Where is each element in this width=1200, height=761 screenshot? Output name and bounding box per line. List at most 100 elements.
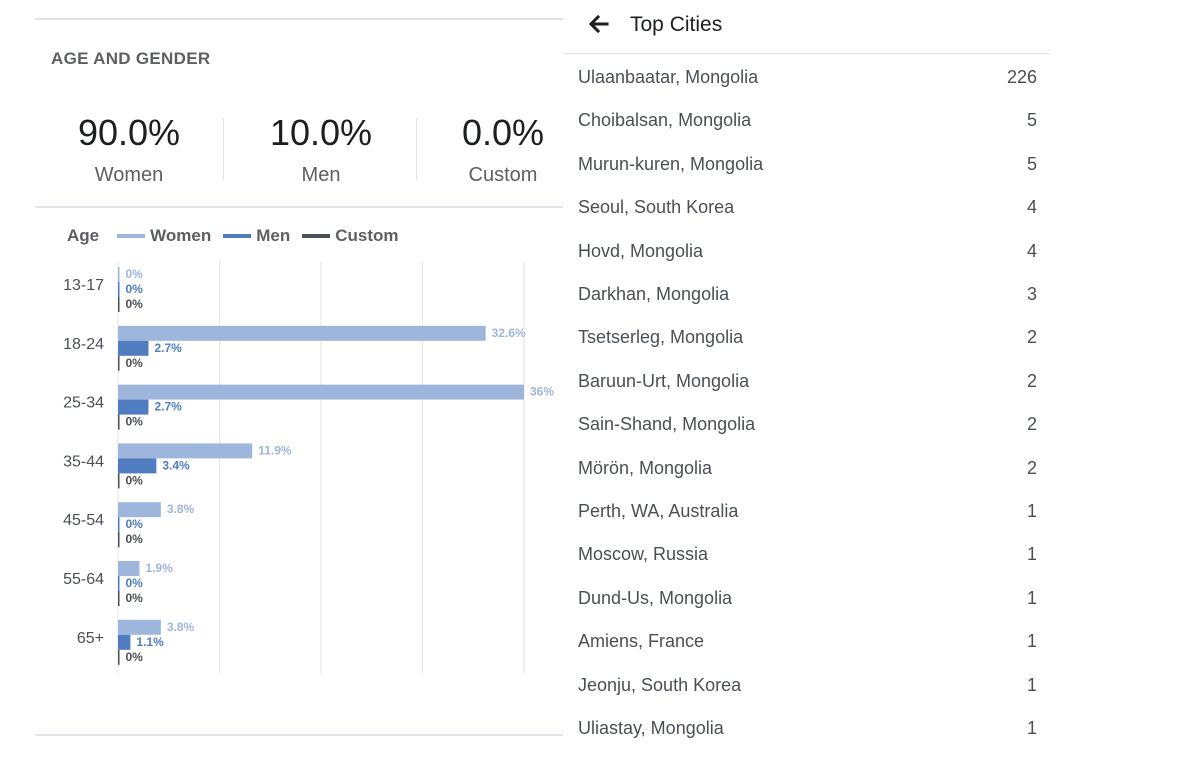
- header-divider: [563, 53, 1051, 54]
- top-divider: [35, 18, 563, 20]
- city-count: 1: [1026, 674, 1037, 695]
- men-summary: 10.0% Men: [226, 110, 416, 187]
- top-cities-title: Top Cities: [630, 13, 723, 36]
- bar-women: [118, 443, 253, 459]
- legend-swatch-men: [223, 234, 252, 238]
- city-row: Jeonju, South Korea 1: [563, 675, 1053, 718]
- city-count: 2: [1026, 414, 1037, 435]
- bar-custom: [118, 649, 120, 665]
- city-count: 226: [1006, 67, 1037, 87]
- data-label-custom: 0%: [126, 532, 144, 546]
- women-percentage: 90.0%: [77, 112, 181, 153]
- city-row: Hovd, Mongolia 4: [563, 241, 1053, 284]
- data-label-custom: 0%: [126, 356, 144, 370]
- chart-legend: Age Women Men Custom: [67, 226, 410, 246]
- data-label-custom: 0%: [126, 297, 144, 311]
- city-name: Tsetserleg, Mongolia: [578, 327, 744, 348]
- arrow-left-icon[interactable]: [585, 10, 613, 38]
- age-category-label: 45-54: [63, 512, 104, 529]
- city-row: Moscow, Russia 1: [563, 544, 1053, 587]
- city-row: Sain-Shand, Mongolia 2: [563, 414, 1053, 457]
- bar-men: [118, 399, 149, 415]
- age-gender-panel: AGE AND GENDER 90.0% Women 10.0% Men 0.0…: [0, 0, 570, 750]
- age-bar-chart: 13-170%0%0%18-2432.6%2.7%0%25-3436%2.7%0…: [63, 261, 554, 673]
- legend-item-custom: Custom: [302, 226, 398, 246]
- city-count: 1: [1026, 587, 1037, 608]
- bar-men: [118, 576, 120, 591]
- age-category-label: 13-17: [63, 277, 104, 294]
- bar-custom: [118, 591, 120, 606]
- city-row: Dund-Us, Mongolia 1: [563, 588, 1053, 631]
- city-row: Baruun-Urt, Mongolia 2: [563, 371, 1053, 414]
- data-label-men: 2.7%: [154, 341, 182, 355]
- city-row: Amiens, France 1: [563, 631, 1053, 674]
- age-category-label: 65+: [77, 630, 104, 647]
- city-count: 1: [1026, 631, 1037, 652]
- men-percentage: 10.0%: [269, 112, 373, 153]
- legend-swatch-women: [117, 234, 146, 238]
- data-label-custom: 0%: [126, 473, 144, 487]
- bar-women: [118, 502, 161, 518]
- age-category-label: 35-44: [63, 453, 104, 470]
- city-row: Murun-kuren, Mongolia 5: [563, 154, 1053, 197]
- bar-men: [118, 458, 157, 474]
- city-name: Darkhan, Mongolia: [578, 284, 730, 304]
- data-label-women: 32.6%: [492, 326, 526, 340]
- women-summary: 90.0% Women: [34, 110, 224, 187]
- bar-men: [118, 340, 149, 356]
- bar-custom: [118, 532, 120, 548]
- bar-women: [118, 619, 161, 635]
- bar-men: [118, 517, 120, 533]
- bar-women: [118, 561, 140, 576]
- data-label-men: 0%: [126, 282, 144, 296]
- data-label-women: 3.8%: [167, 502, 195, 516]
- women-label: Women: [94, 164, 164, 186]
- legend-item-men: Men: [223, 226, 290, 246]
- data-label-men: 3.4%: [162, 458, 190, 472]
- data-label-women: 1.9%: [145, 561, 173, 575]
- top-cities-panel: Top Cities Ulaanbaatar, Mongolia 226 Choib…: [563, 0, 1053, 750]
- legend-men-label: Men: [256, 226, 291, 245]
- data-label-women: 36%: [530, 385, 554, 399]
- data-label-custom: 0%: [126, 591, 144, 605]
- data-label-women: 11.9%: [258, 443, 292, 457]
- city-count: 3: [1026, 284, 1037, 304]
- data-label-men: 2.7%: [154, 400, 182, 414]
- city-name: Uliastay, Mongolia: [578, 718, 724, 738]
- city-name: Dund-Us, Mongolia: [578, 587, 733, 608]
- age-category-label: 55-64: [63, 571, 104, 588]
- city-row: Darkhan, Mongolia 3: [563, 284, 1053, 327]
- bar-custom: [118, 297, 120, 312]
- city-count: 2: [1026, 327, 1037, 348]
- city-name: Amiens, France: [578, 631, 705, 652]
- city-count: 1: [1026, 718, 1037, 738]
- city-row: Tsetserleg, Mongolia 2: [563, 327, 1053, 370]
- city-name: Hovd, Mongolia: [578, 240, 704, 261]
- summary-divider: [223, 118, 224, 180]
- legend-women-label: Women: [150, 226, 212, 245]
- city-name: Ulaanbaatar, Mongolia: [578, 67, 759, 87]
- legend-custom-label: Custom: [335, 226, 399, 245]
- city-name: Baruun-Urt, Mongolia: [578, 370, 750, 391]
- bar-women: [118, 267, 120, 282]
- city-name: Murun-kuren, Mongolia: [578, 153, 764, 174]
- data-label-custom: 0%: [126, 415, 144, 429]
- city-count: 1: [1026, 544, 1037, 565]
- city-row: Mörön, Mongolia 2: [563, 458, 1053, 501]
- legend-item-women: Women: [117, 226, 211, 246]
- legend-age-label: Age: [67, 226, 100, 245]
- city-row: Choibalsan, Mongolia 5: [563, 110, 1053, 153]
- summary-bottom-divider: [35, 206, 563, 208]
- city-name: Perth, WA, Australia: [578, 501, 739, 521]
- bar-women: [118, 325, 486, 341]
- city-count: 2: [1026, 370, 1037, 391]
- bar-men: [118, 282, 120, 297]
- bar-custom: [118, 473, 120, 489]
- city-count: 2: [1026, 457, 1037, 478]
- data-label-men: 0%: [126, 517, 144, 531]
- city-name: Seoul, South Korea: [578, 197, 735, 218]
- city-row: Seoul, South Korea 4: [563, 197, 1053, 240]
- city-count: 4: [1026, 197, 1037, 218]
- city-row: Ulaanbaatar, Mongolia 226: [563, 67, 1053, 110]
- section-title: AGE AND GENDER: [51, 49, 211, 68]
